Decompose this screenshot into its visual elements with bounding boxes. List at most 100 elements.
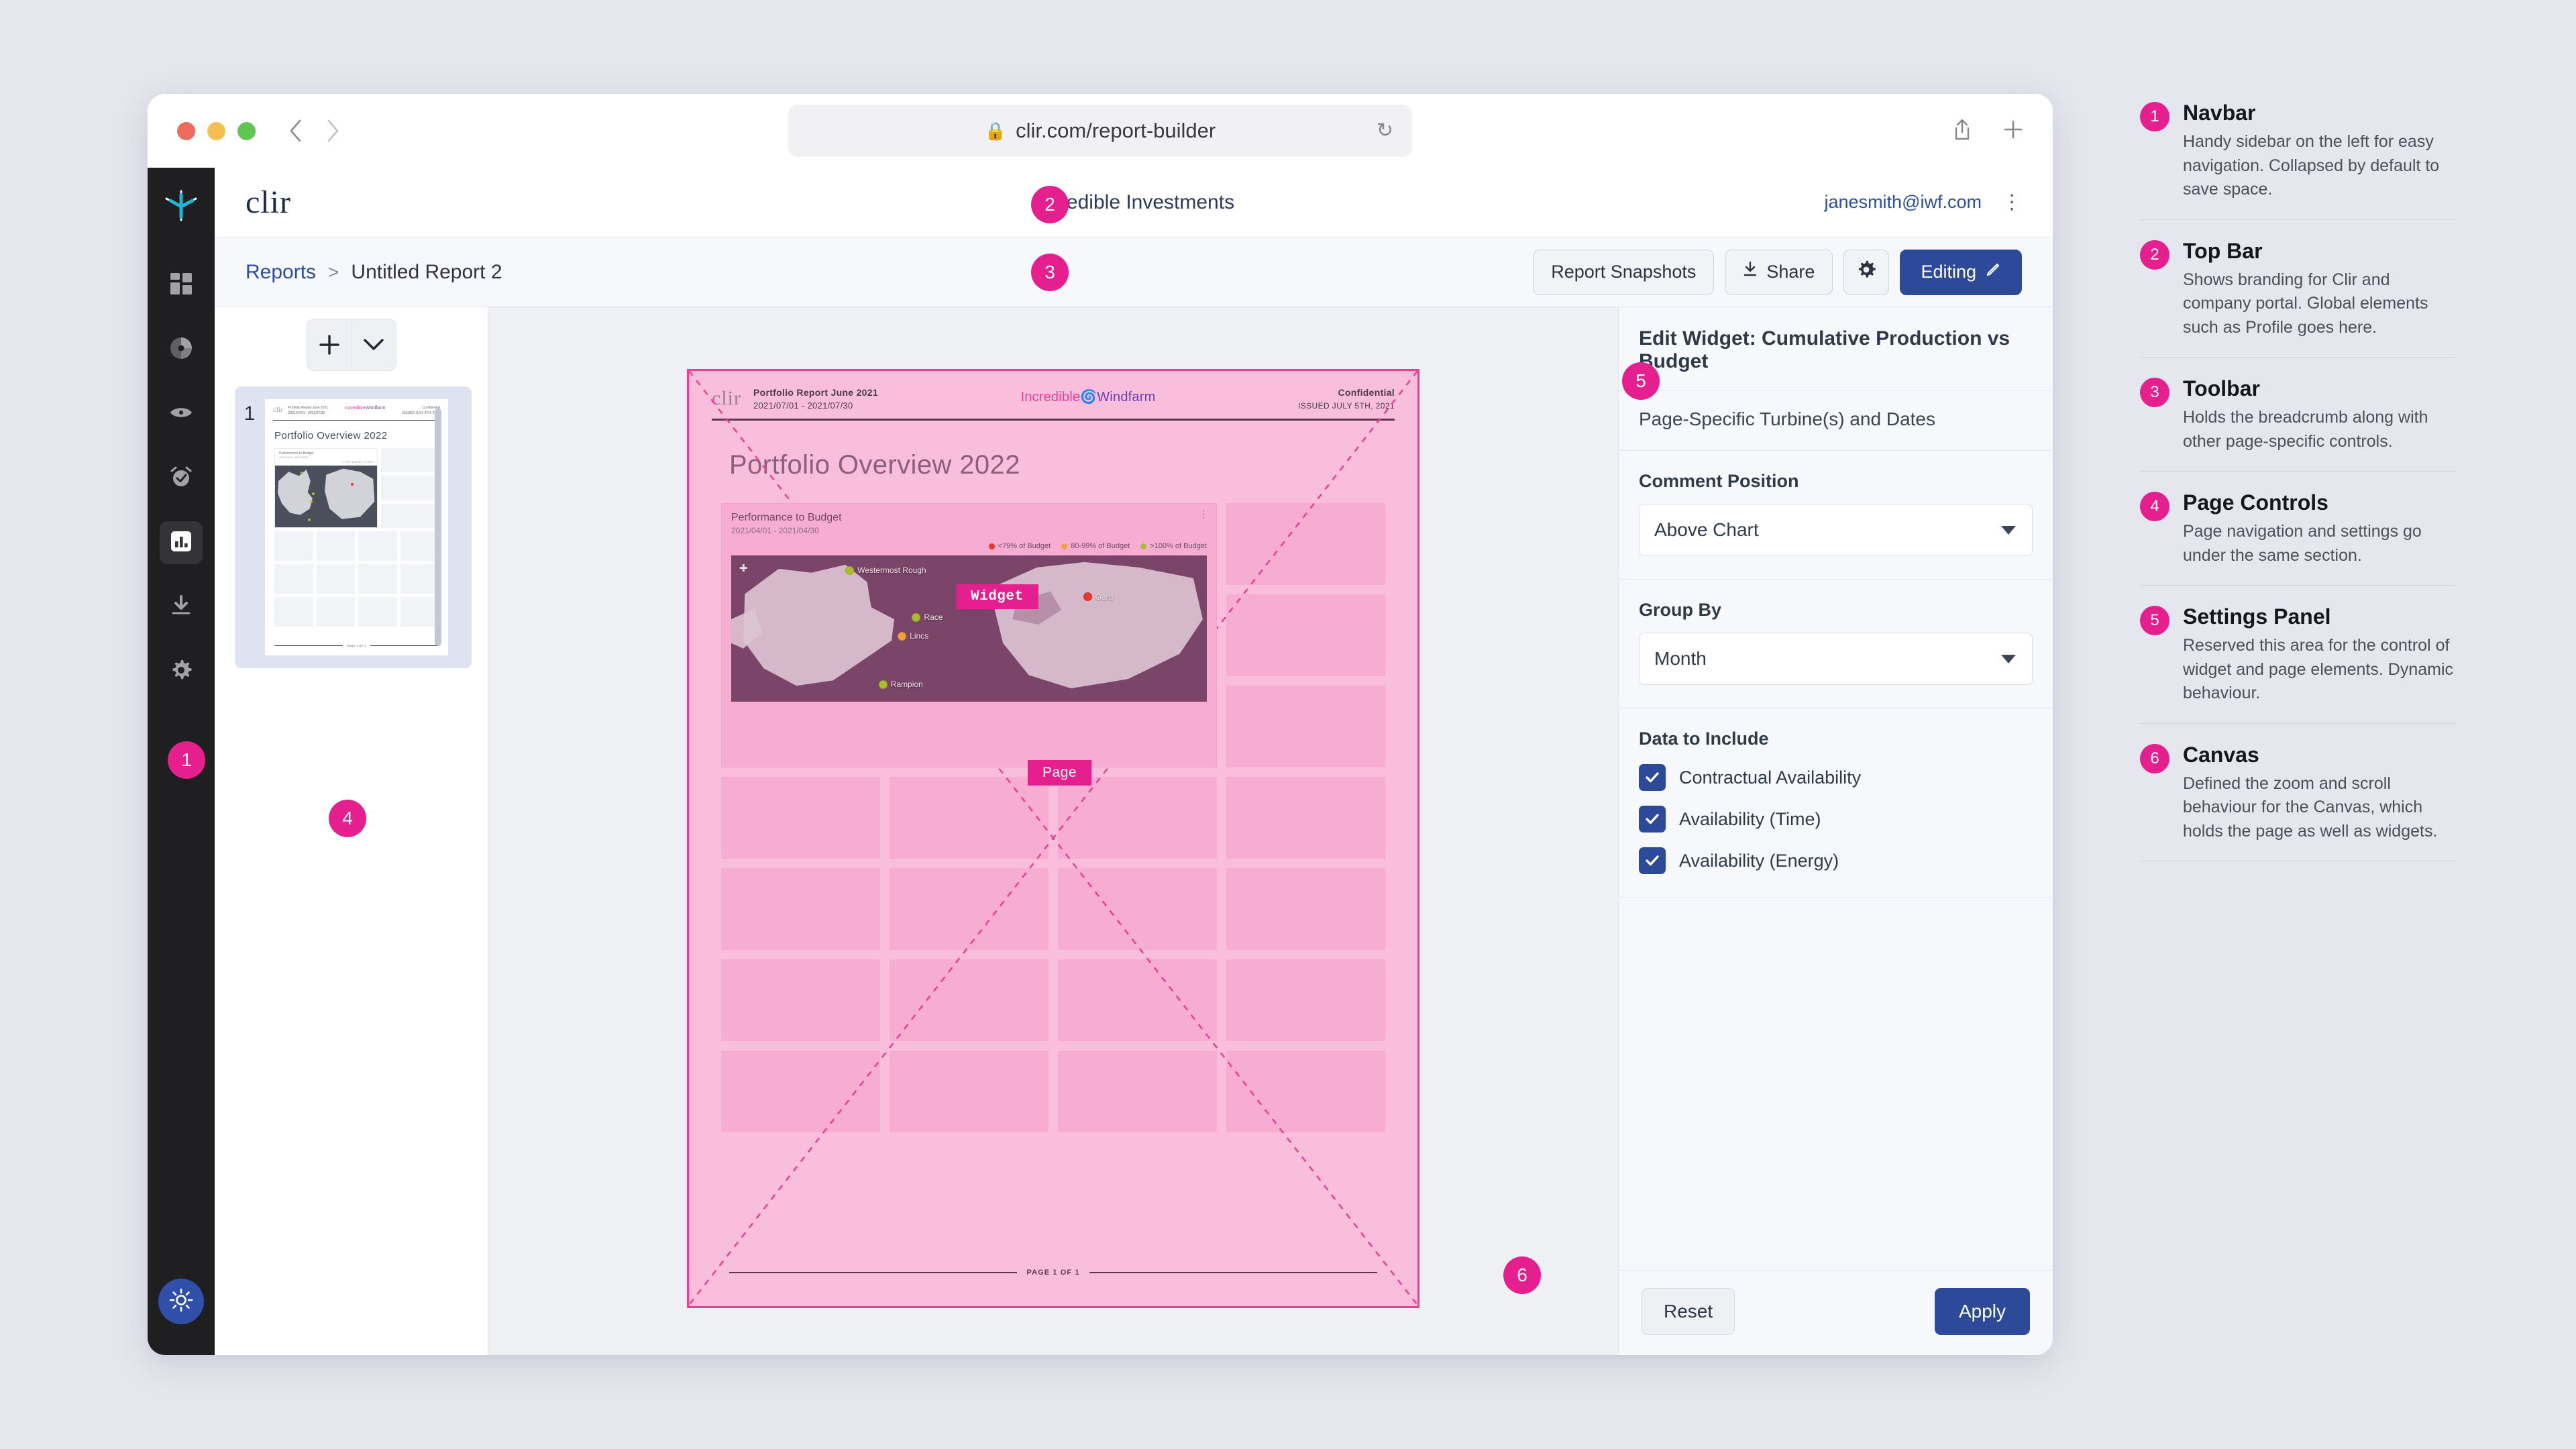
top-bar: clir Incredible Investments janesmith@iw… xyxy=(215,168,2053,237)
close-window-button[interactable] xyxy=(177,121,195,140)
sidebar-item-analytics[interactable] xyxy=(160,328,203,371)
thumbnail-report-header: clir Portfolio Report June 2021 2021/07/… xyxy=(265,399,448,419)
widget-map[interactable]: ✚ Westermost Rough Race Lincs Gard Rampi… xyxy=(731,555,1207,702)
apply-button[interactable]: Apply xyxy=(1934,1288,2030,1335)
page-options-dropdown-button[interactable] xyxy=(351,319,396,370)
clir-wordmark: clir xyxy=(246,184,291,220)
toolbar-actions: Report Snapshots Share Editing xyxy=(1533,249,2022,295)
maximize-window-button[interactable] xyxy=(237,121,256,140)
thumbnail-map xyxy=(275,466,378,527)
widget-title: Performance to Budget xyxy=(731,512,842,523)
grid-cell[interactable] xyxy=(1058,959,1217,1041)
chevron-down-icon xyxy=(2001,654,2016,663)
sidebar-item-downloads[interactable] xyxy=(160,586,203,629)
grid-cell[interactable] xyxy=(721,777,880,859)
report-page-sheet[interactable]: clir Portfolio Report June 2021 2021/07/… xyxy=(687,369,1419,1308)
group-by-select[interactable]: Month xyxy=(1639,633,2033,685)
back-chevron-icon[interactable] xyxy=(288,119,303,143)
legend-description: Reserved this area for the control of wi… xyxy=(2183,636,2454,702)
grid-cell[interactable] xyxy=(1226,594,1385,676)
legend-title: Top Bar xyxy=(2183,238,2263,263)
settings-panel: Edit Widget: Cumulative Production vs Bu… xyxy=(1618,307,2053,1355)
grid-cell[interactable] xyxy=(1226,1051,1385,1132)
map-marker[interactable]: Gard xyxy=(1083,592,1113,602)
add-page-button[interactable] xyxy=(307,319,352,370)
legend-description: Page navigation and settings go under th… xyxy=(2183,522,2422,565)
grid-cell[interactable] xyxy=(721,1051,880,1132)
contractual-availability-checkbox[interactable] xyxy=(1639,764,1666,791)
kebab-menu-icon[interactable]: ⋮ xyxy=(2002,192,2022,212)
user-email[interactable]: janesmith@iwf.com xyxy=(1825,192,1982,213)
grid-cell[interactable] xyxy=(890,777,1049,859)
settings-subheading[interactable]: Page-Specific Turbine(s) and Dates xyxy=(1619,391,2053,451)
map-marker-label: Westermost Rough xyxy=(857,566,926,576)
thumbnail-body: Performance to Budget 2021/04/01 - 2021/… xyxy=(265,448,448,528)
sidebar-item-reports[interactable] xyxy=(160,521,203,564)
window-traffic-lights xyxy=(177,121,256,140)
clir-star-logo-icon[interactable] xyxy=(162,188,200,229)
legend-badge: 6 xyxy=(2140,743,2169,773)
legend-swatch xyxy=(1061,543,1068,549)
thumbnail-grid xyxy=(265,528,448,627)
checkbox-row[interactable]: Availability (Time) xyxy=(1639,806,2033,833)
grid-cell[interactable] xyxy=(1058,868,1217,950)
reload-icon[interactable]: ↻ xyxy=(1377,121,1393,141)
forward-chevron-icon[interactable] xyxy=(325,119,340,143)
sidebar-item-dashboard[interactable] xyxy=(160,264,203,307)
report-title: Portfolio Report June 2021 xyxy=(753,387,878,398)
canvas[interactable]: clir Portfolio Report June 2021 2021/07/… xyxy=(488,307,1618,1355)
map-marker[interactable]: Rampion xyxy=(878,680,923,689)
map-marker-dot xyxy=(1083,592,1092,601)
kebab-menu-icon[interactable]: ⋮ xyxy=(1199,509,1208,519)
map-marker[interactable]: Lincs xyxy=(898,631,928,641)
thumbnail-widget: Performance to Budget 2021/04/01 - 2021/… xyxy=(274,448,378,528)
page-thumbnail-list[interactable]: 1 clir Portfolio Report June 2021 2021/0… xyxy=(215,382,488,1355)
editing-mode-button[interactable]: Editing xyxy=(1900,249,2022,295)
grid-cell[interactable] xyxy=(1226,868,1385,950)
thumbnail-scrollbar[interactable] xyxy=(435,409,441,646)
sidebar-item-settings[interactable] xyxy=(160,650,203,693)
grid-cell[interactable] xyxy=(890,959,1049,1041)
lock-icon: 🔒 xyxy=(984,120,1007,141)
sidebar-item-alerts[interactable] xyxy=(160,457,203,500)
address-bar[interactable]: 🔒 clir.com/report-builder ↻ xyxy=(788,105,1412,157)
availability-energy-checkbox[interactable] xyxy=(1639,847,1666,874)
legend-entry-4: 4 Page Controls Page navigation and sett… xyxy=(2140,490,2455,586)
grid-cell[interactable] xyxy=(1058,1051,1217,1132)
theme-toggle-button[interactable] xyxy=(158,1279,204,1324)
report-settings-button[interactable] xyxy=(1843,249,1890,295)
map-marker[interactable]: Westermost Rough xyxy=(845,566,926,575)
plus-icon[interactable] xyxy=(2003,119,2023,143)
map-marker[interactable]: Race xyxy=(912,612,943,622)
availability-time-checkbox[interactable] xyxy=(1639,806,1666,833)
grid-cell[interactable] xyxy=(1226,777,1385,859)
breadcrumb-root[interactable]: Reports xyxy=(246,261,316,284)
sidebar-item-monitor[interactable] xyxy=(160,392,203,435)
checkbox-row[interactable]: Availability (Energy) xyxy=(1639,847,2033,874)
grid-cell[interactable] xyxy=(890,868,1049,950)
report-snapshots-button[interactable]: Report Snapshots xyxy=(1533,249,1715,295)
minimize-window-button[interactable] xyxy=(207,121,225,140)
grid-cell[interactable] xyxy=(1226,503,1385,585)
comment-position-select[interactable]: Above Chart xyxy=(1639,504,2033,556)
browser-chrome: 🔒 clir.com/report-builder ↻ xyxy=(148,94,2053,168)
grid-cell[interactable] xyxy=(1226,959,1385,1041)
grid-cell[interactable] xyxy=(1226,686,1385,767)
browser-actions xyxy=(1952,118,2023,144)
grid-cell[interactable] xyxy=(721,959,880,1041)
grid-cell[interactable] xyxy=(1058,777,1217,859)
performance-to-budget-widget[interactable]: Performance to Budget 2021/04/01 - 2021/… xyxy=(721,503,1217,767)
grid-cell[interactable] xyxy=(721,868,880,950)
checkbox-row[interactable]: Contractual Availability xyxy=(1639,764,2033,791)
thumbnail-widget-dates: 2021/04/01 - 2021/04/30 xyxy=(279,455,309,459)
page-thumbnail-item[interactable]: 1 clir Portfolio Report June 2021 2021/0… xyxy=(235,386,472,668)
widget-date-range: 2021/04/01 - 2021/04/30 xyxy=(731,526,819,535)
share-button[interactable]: Share xyxy=(1725,249,1833,295)
share-icon[interactable] xyxy=(1952,118,1972,144)
sun-icon xyxy=(169,1288,193,1316)
report-header-left: Portfolio Report June 2021 2021/07/01 - … xyxy=(753,387,878,411)
reset-button[interactable]: Reset xyxy=(1642,1288,1735,1335)
grid-cell[interactable] xyxy=(890,1051,1049,1132)
thumbnail-logo-first: Incredible xyxy=(345,406,366,411)
legend-entry-3: 3 Toolbar Holds the breadcrumb along wit… xyxy=(2140,376,2455,472)
